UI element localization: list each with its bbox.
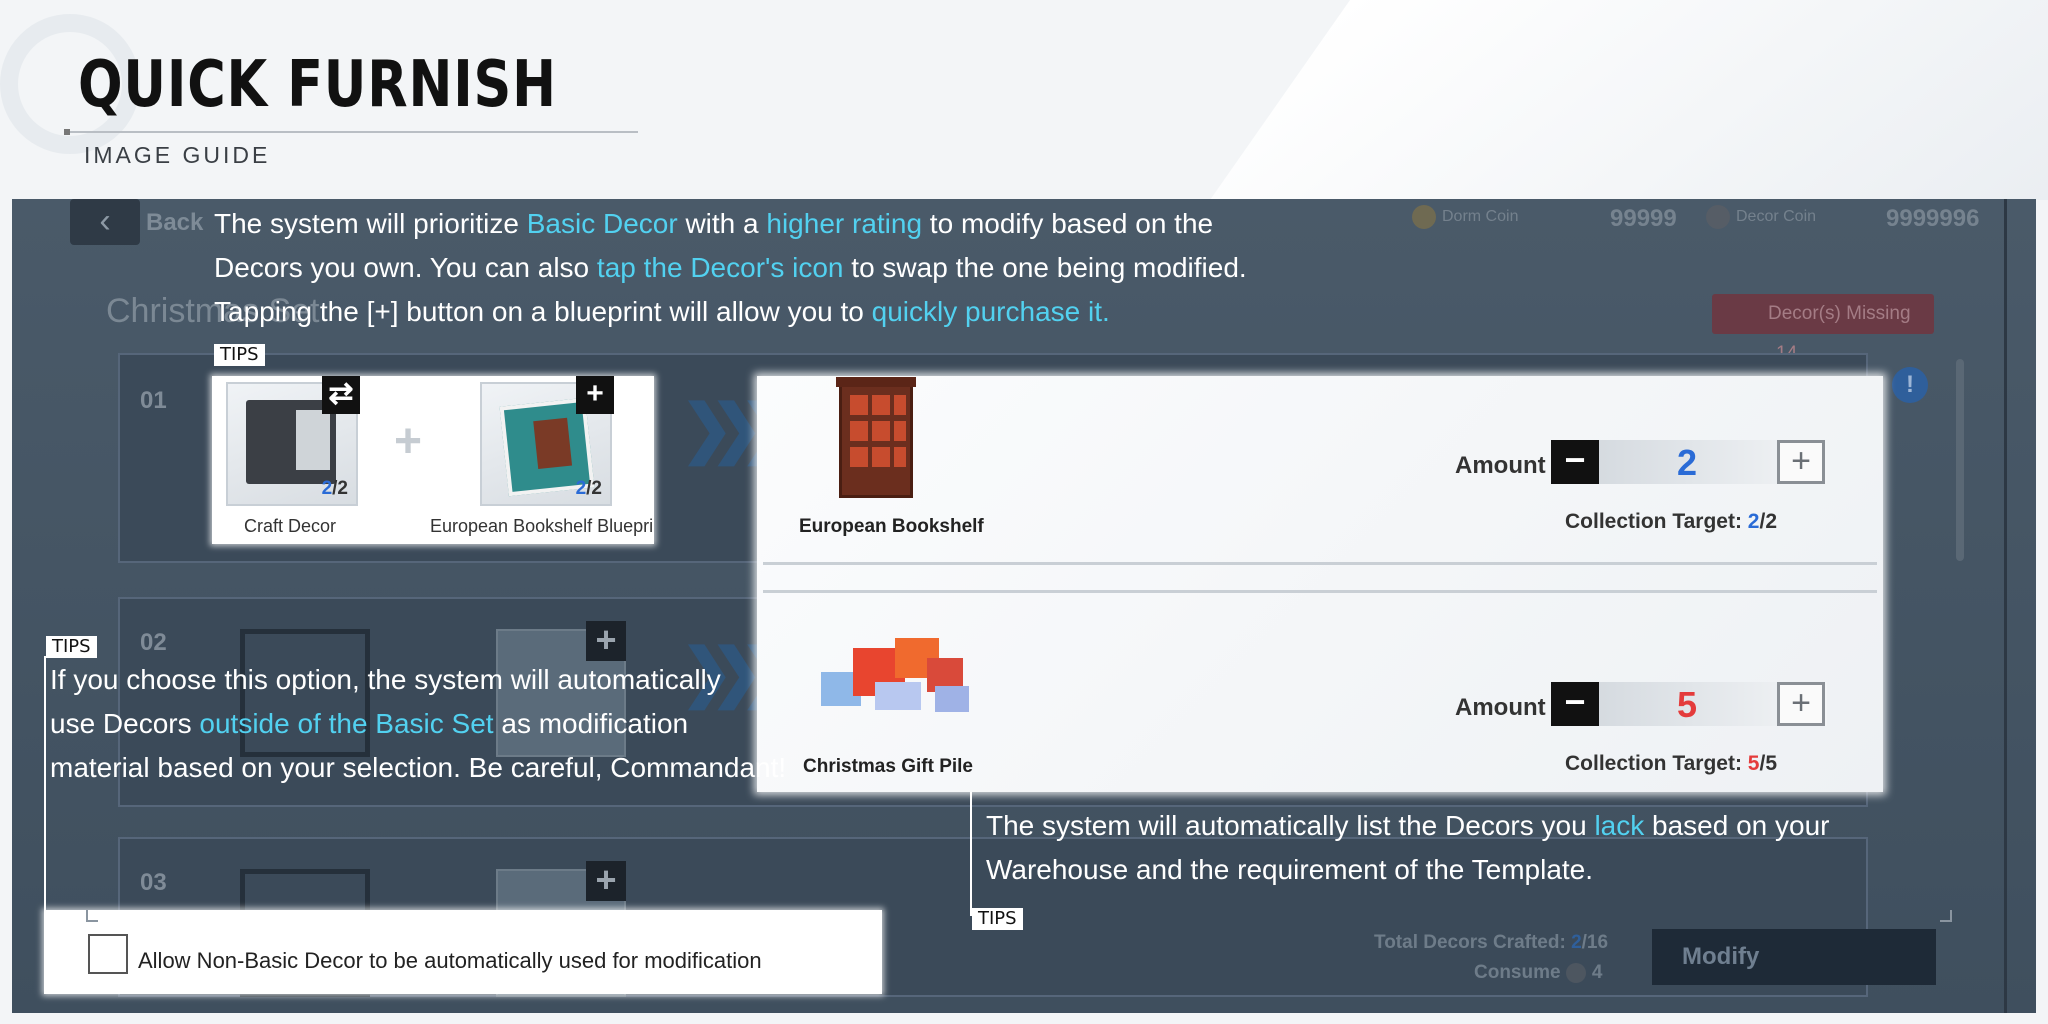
decor-coin-icon (1565, 962, 1586, 983)
non-basic-decor-checkbox[interactable] (88, 934, 128, 974)
tip-right-text: The system will automatically list the D… (986, 804, 1829, 892)
decor-coin-label: Decor Coin (1736, 208, 1817, 226)
tips-tag: TIPS (972, 908, 1023, 930)
total-crafted: Total Decors Crafted: 2/16 (1374, 932, 1609, 953)
collection-target: Collection Target: 5/5 (1565, 752, 1777, 775)
page-subtitle: IMAGE GUIDE (84, 142, 271, 168)
callout-line (44, 656, 46, 912)
item-name: European Bookshelf (799, 516, 984, 537)
blueprint-quantity: 2/2 (575, 478, 602, 499)
tip-top-line-3: Tapping the [+] button on a blueprint wi… (214, 296, 1110, 327)
plus-icon[interactable]: + (586, 861, 626, 901)
tip-right-line-1: The system will automatically list the D… (986, 810, 1830, 841)
amount-label: Amount (1455, 452, 1546, 479)
decor-missing-badge[interactable]: Decor(s) Missing 14 (1712, 294, 1934, 364)
divider (763, 590, 1877, 593)
checkbox-label: Allow Non-Basic Decor to be automaticall… (138, 948, 762, 973)
row-number: 03 (140, 869, 167, 896)
tip-left-line-2: use Decors outside of the Basic Set as m… (50, 708, 689, 739)
dorm-coin-icon (1412, 205, 1436, 229)
back-button[interactable]: ‹ (70, 199, 140, 245)
decor-coin-icon (1706, 205, 1730, 229)
modify-button[interactable]: Modify (1652, 929, 1936, 985)
back-label: Back (146, 209, 204, 236)
craft-decor-caption: Craft Decor (244, 516, 337, 536)
page-title: QUICK FURNISH (78, 48, 557, 122)
tip-right-line-2: Warehouse and the requirement of the Tem… (986, 854, 1594, 885)
plus-icon[interactable]: + (586, 621, 626, 661)
panel-divider (2004, 199, 2007, 1013)
row-number: 02 (140, 629, 167, 656)
header-background-shape (1209, 0, 2048, 200)
minus-button[interactable]: − (1551, 682, 1599, 726)
plus-button[interactable]: + (1777, 682, 1825, 726)
dorm-coin-amount: 99999 (1610, 205, 1677, 232)
minus-button[interactable]: − (1551, 440, 1599, 484)
amount-value[interactable]: 2 (1677, 442, 1697, 484)
corner-mark (1940, 910, 1952, 922)
title-divider (64, 129, 638, 135)
tip-top-text: The system will prioritize Basic Decor w… (214, 202, 1247, 334)
consume-cost: Consume 4 (1474, 962, 1603, 983)
craft-highlight-box: 2/2 ⇄ + 2/2 + Craft Decor European Books… (212, 376, 654, 544)
dorm-coin-label: Dorm Coin (1442, 208, 1519, 226)
tip-left-line-3: material based on your selection. Be car… (50, 752, 787, 783)
plus-button[interactable]: + (1777, 440, 1825, 484)
row-number: 01 (140, 387, 167, 414)
decor-coin-currency: Decor Coin (1706, 205, 1816, 229)
european-bookshelf-image[interactable] (836, 377, 916, 498)
decor-quantity: 2/2 (321, 478, 348, 499)
tip-left-line-1: If you choose this option, the system wi… (50, 664, 721, 695)
tips-tag: TIPS (214, 344, 265, 366)
decor-detail-box: European Bookshelf Amount − 2 + Collecti… (757, 376, 1883, 792)
item-name: Christmas Gift Pile (803, 756, 973, 777)
chevrons-right-icon: ❯❯❯ (680, 392, 793, 464)
tip-top-line-1: The system will prioritize Basic Decor w… (214, 208, 1214, 239)
amount-value[interactable]: 5 (1677, 684, 1697, 726)
swap-icon[interactable]: ⇄ (322, 376, 360, 414)
missing-label: Decor(s) Missing (1768, 303, 1911, 324)
tip-top-line-2: Decors you own. You can also tap the Dec… (214, 252, 1247, 283)
corner-mark (86, 910, 98, 922)
scrollbar[interactable] (1956, 359, 1964, 561)
tip-left-text: If you choose this option, the system wi… (50, 658, 786, 790)
collection-target: Collection Target: 2/2 (1565, 510, 1777, 533)
dorm-coin-currency: Dorm Coin (1412, 205, 1518, 229)
divider (763, 562, 1877, 565)
tips-tag: TIPS (46, 636, 97, 658)
plus-sign-icon: + (394, 415, 423, 468)
info-icon[interactable]: ! (1892, 367, 1928, 403)
blueprint-caption: European Bookshelf Bluepri (430, 516, 652, 536)
amount-label: Amount (1455, 694, 1546, 721)
callout-line (970, 792, 972, 916)
non-basic-decor-option: Allow Non-Basic Decor to be automaticall… (44, 910, 882, 994)
chevron-left-icon: ‹ (99, 202, 111, 240)
decor-coin-amount: 9999996 (1886, 205, 1980, 232)
purchase-plus-icon[interactable]: + (576, 376, 614, 414)
